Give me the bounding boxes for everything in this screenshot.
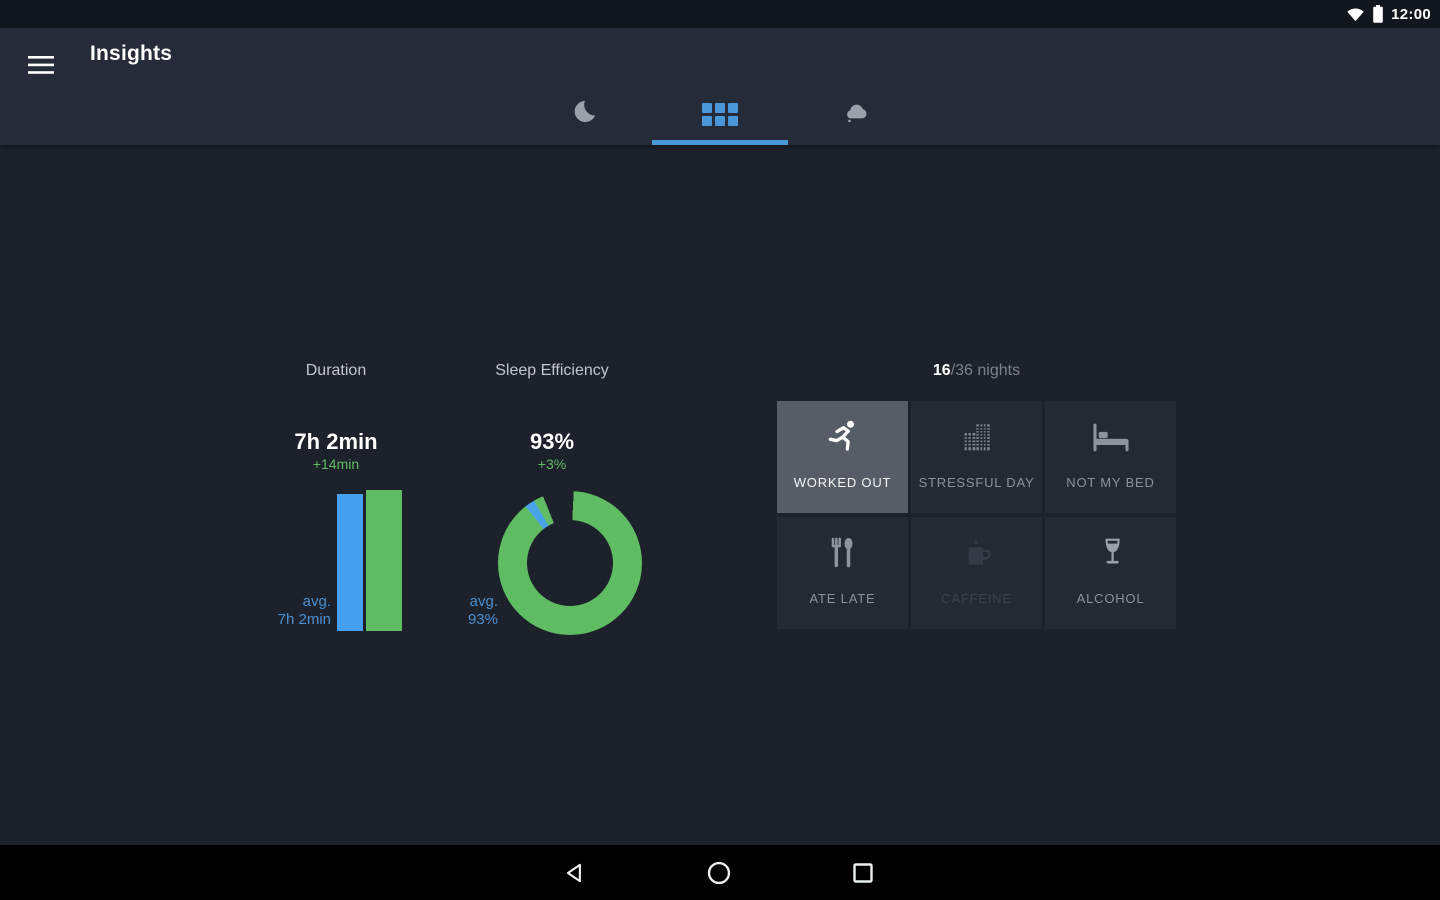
tags-count-suffix: /36 nights [951, 362, 1020, 379]
tab-bar [516, 83, 924, 145]
tag-tile-not-my-bed[interactable]: NOT MY BED [1045, 401, 1176, 513]
screen: 12:00 Insights [0, 0, 1440, 900]
android-nav-bar [0, 845, 1440, 900]
status-bar: 12:00 [0, 0, 1440, 28]
recents-button[interactable] [839, 845, 887, 900]
home-icon [706, 860, 732, 886]
runner-icon [822, 415, 864, 459]
duration-average-label: avg. 7h 2min [211, 593, 331, 629]
efficiency-value: 93% [452, 429, 652, 455]
avg-value: 93% [398, 611, 498, 629]
home-button[interactable] [695, 845, 743, 900]
efficiency-delta: +3% [472, 456, 632, 472]
tags-grid: WORKED OUT STRESSFUL DAY [777, 401, 1176, 629]
bed-icon [1089, 415, 1133, 459]
efficiency-average-label: avg. 93% [398, 593, 498, 629]
app-bar: Insights [0, 28, 1440, 145]
tag-tile-ate-late[interactable]: ATE LATE [777, 517, 908, 629]
tag-label: ATE LATE [810, 591, 876, 606]
wine-icon [1092, 531, 1130, 575]
tab-underline [652, 140, 788, 145]
moon-icon [571, 98, 598, 130]
tab-statistics[interactable] [652, 83, 788, 145]
coffee-icon [957, 531, 997, 575]
cutlery-icon [823, 531, 863, 575]
duration-current-bar [366, 490, 402, 631]
tag-tile-alcohol[interactable]: ALCOHOL [1045, 517, 1176, 629]
tag-tile-stressful-day[interactable]: STRESSFUL DAY [911, 401, 1042, 513]
duration-delta: +14min [256, 456, 416, 472]
duration-value: 7h 2min [236, 429, 436, 455]
back-icon [562, 860, 588, 886]
battery-icon [1372, 5, 1384, 23]
efficiency-title: Sleep Efficiency [472, 362, 632, 380]
tag-label: CAFFEINE [941, 591, 1012, 606]
avg-caption: avg. [398, 593, 498, 611]
duration-title: Duration [256, 362, 416, 380]
tag-label: STRESSFUL DAY [919, 475, 1035, 490]
tag-label: WORKED OUT [794, 475, 892, 490]
duration-average-bar [337, 494, 363, 631]
hamburger-icon [28, 55, 54, 75]
back-button[interactable] [551, 845, 599, 900]
tab-advice[interactable] [788, 83, 924, 145]
tags-count-number: 16 [933, 362, 951, 379]
tag-tile-worked-out[interactable]: WORKED OUT [777, 401, 908, 513]
status-time: 12:00 [1391, 6, 1431, 23]
tags-count: 16/36 nights [777, 362, 1176, 380]
tag-label: ALCOHOL [1077, 591, 1145, 606]
tab-sleep[interactable] [516, 83, 652, 145]
avg-caption: avg. [211, 593, 331, 611]
menu-button[interactable] [27, 54, 55, 78]
cloud-icon [842, 98, 870, 131]
grid-icon [702, 103, 738, 126]
wifi-icon [1346, 6, 1365, 22]
avg-value: 7h 2min [211, 611, 331, 629]
page-title: Insights [90, 42, 172, 66]
recents-icon [851, 861, 875, 885]
efficiency-donut-hole [527, 520, 613, 606]
buildings-icon [957, 415, 997, 459]
tag-tile-caffeine[interactable]: CAFFEINE [911, 517, 1042, 629]
tag-label: NOT MY BED [1066, 475, 1154, 490]
